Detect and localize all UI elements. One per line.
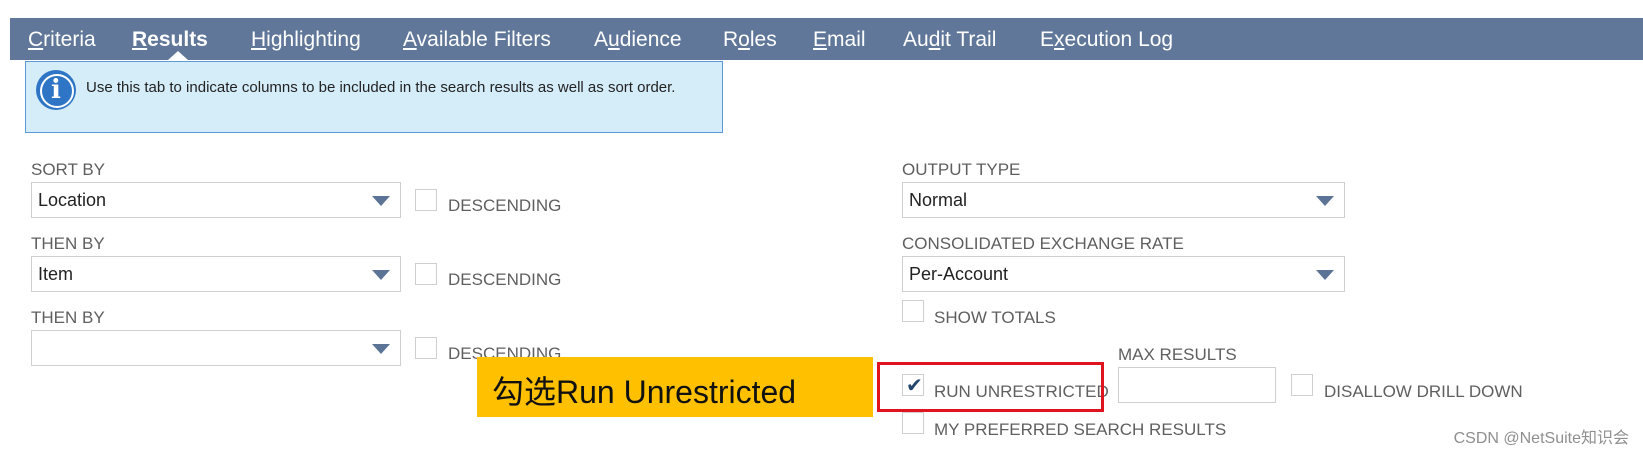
tab-email[interactable]: Email (813, 28, 866, 52)
exchange-rate-select[interactable]: Per-Account (902, 256, 1345, 292)
chevron-down-icon (1316, 270, 1334, 280)
descending-label-2: DESCENDING (448, 270, 562, 289)
chevron-down-icon (372, 196, 390, 206)
sort-by-label: SORT BY (31, 160, 106, 179)
max-results-label: MAX RESULTS (1118, 345, 1237, 364)
active-tab-indicator (168, 51, 188, 60)
output-type-select[interactable]: Normal (902, 182, 1345, 218)
tab-criteria[interactable]: Criteria (28, 28, 96, 52)
preferred-results-label: MY PREFERRED SEARCH RESULTS (934, 420, 1227, 439)
show-totals-label: SHOW TOTALS (934, 308, 1056, 327)
tab-execution-log[interactable]: Execution Log (1040, 28, 1173, 52)
then-by-label: THEN BY (31, 234, 105, 253)
tab-highlighting[interactable]: Highlighting (251, 28, 361, 52)
highlight-frame (877, 362, 1104, 412)
chevron-down-icon (372, 344, 390, 354)
tab-bar: Criteria Results Highlighting Available … (10, 18, 1643, 60)
preferred-results-checkbox[interactable] (902, 412, 924, 434)
tab-audit-trail[interactable]: Audit Trail (903, 28, 996, 52)
chevron-down-icon (1316, 196, 1334, 206)
descending-checkbox-3[interactable] (415, 337, 437, 359)
then-by-select[interactable]: Item (31, 256, 401, 292)
chevron-down-icon (372, 270, 390, 280)
show-totals-checkbox[interactable] (902, 300, 924, 322)
info-banner: i Use this tab to indicate columns to be… (25, 61, 723, 133)
descending-checkbox-2[interactable] (415, 263, 437, 285)
descending-label-1: DESCENDING (448, 196, 562, 215)
info-icon: i (36, 70, 76, 110)
tab-roles[interactable]: Roles (723, 28, 777, 52)
tab-available-filters[interactable]: Available Filters (403, 28, 551, 52)
tab-results[interactable]: Results (132, 28, 208, 52)
watermark: CSDN @NetSuite知识会 (1453, 430, 1629, 447)
then-by-value: Item (38, 264, 74, 284)
disallow-drill-down-label: DISALLOW DRILL DOWN (1324, 382, 1523, 401)
output-type-value: Normal (909, 190, 968, 210)
info-text: Use this tab to indicate columns to be i… (86, 79, 676, 96)
annotation-text: 勾选Run Unrestricted (492, 374, 797, 410)
tab-audience[interactable]: Audience (594, 28, 682, 52)
exchange-rate-label: CONSOLIDATED EXCHANGE RATE (902, 234, 1184, 253)
annotation-callout: 勾选Run Unrestricted (477, 357, 873, 417)
exchange-rate-value: Per-Account (909, 264, 1009, 284)
sort-by-value: Location (38, 190, 107, 210)
disallow-drill-down-checkbox[interactable] (1291, 374, 1313, 396)
max-results-input[interactable] (1118, 367, 1276, 403)
output-type-label: OUTPUT TYPE (902, 160, 1021, 179)
then-by-2-select[interactable] (31, 330, 401, 366)
descending-checkbox-1[interactable] (415, 189, 437, 211)
sort-by-select[interactable]: Location (31, 182, 401, 218)
then-by-2-label: THEN BY (31, 308, 105, 327)
